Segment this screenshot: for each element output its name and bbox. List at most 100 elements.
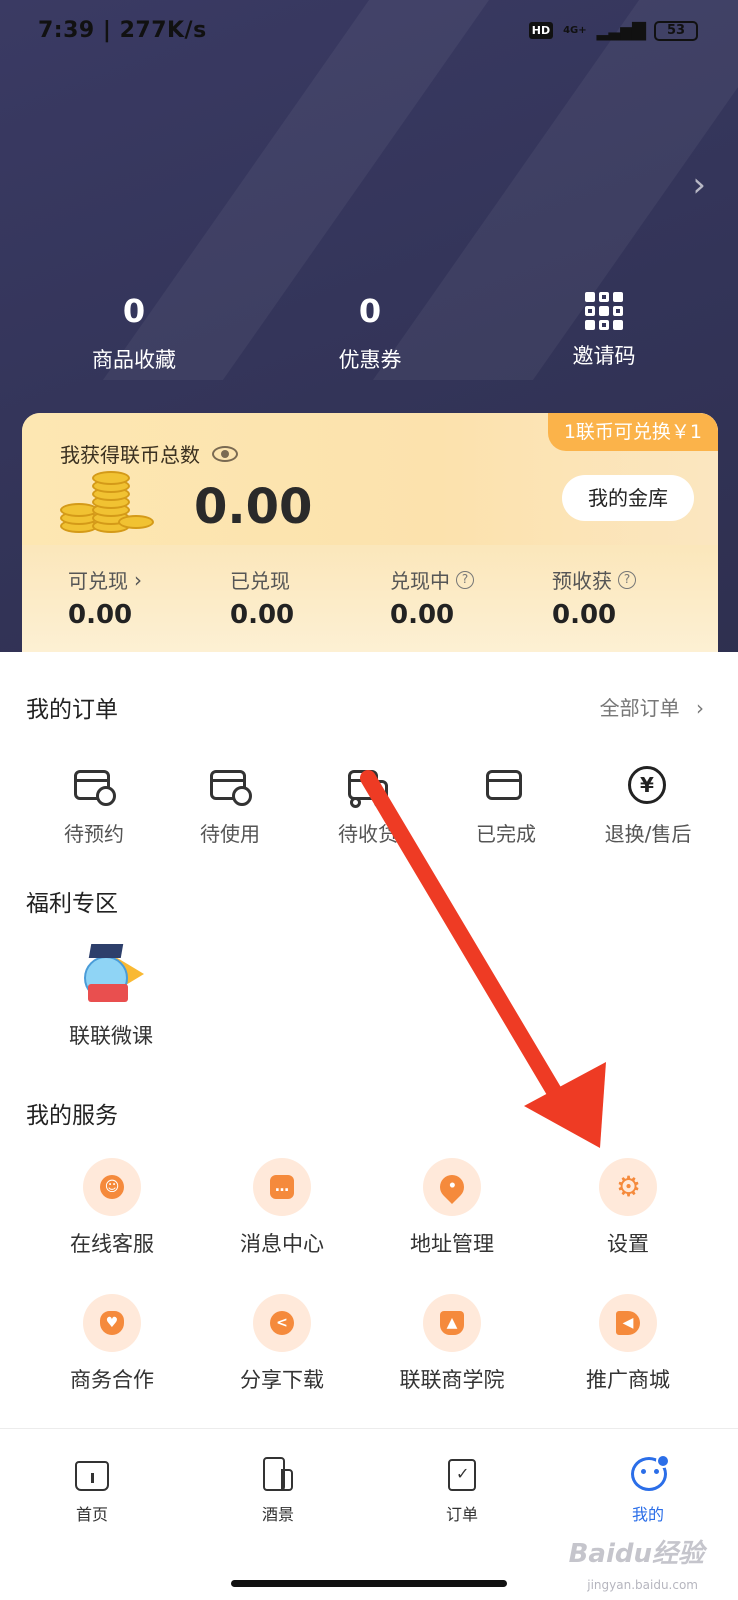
signal-icon: ▂▃▅▇ <box>596 20 646 41</box>
order-pending-appointment[interactable]: 待预约 <box>44 766 144 847</box>
hotel-scenic-icon <box>259 1455 297 1493</box>
tab-hotel-scenic[interactable]: 酒景 <box>228 1455 328 1525</box>
coins-title: 我获得联币总数 <box>60 443 200 467</box>
my-vault-button[interactable]: 我的金库 <box>562 475 694 521</box>
graduation-cap-icon: ▲ <box>423 1294 481 1352</box>
all-orders-label: 全部订单 <box>599 696 680 720</box>
order-label: 退换/售后 <box>604 822 692 846</box>
megaphone-icon: ◀ <box>599 1294 657 1352</box>
order-label: 已完成 <box>476 822 536 846</box>
profile-face-icon <box>629 1454 670 1493</box>
service-message-center[interactable]: … 消息中心 <box>222 1158 342 1258</box>
service-address[interactable]: • 地址管理 <box>392 1158 512 1258</box>
welfare-title: 福利专区 <box>26 891 118 917</box>
chevron-right-icon: › <box>134 567 142 592</box>
home-indicator[interactable] <box>231 1580 507 1587</box>
watermark: Baidu经验 <box>568 1539 704 1569</box>
coin-expected: 预收获? 0.00 <box>552 565 712 630</box>
service-label: 推广商城 <box>586 1368 670 1392</box>
gear-icon: ⚙ <box>599 1158 657 1216</box>
coins-card: 1联币可兑换￥1 我获得联币总数 0.00 我的金库 可兑现 › 0.00 已兑现… <box>22 413 718 663</box>
service-academy[interactable]: ▲ 联联商学院 <box>382 1294 522 1394</box>
service-business[interactable]: ♥ 商务合作 <box>52 1294 172 1394</box>
services-title: 我的服务 <box>26 1103 118 1129</box>
eye-icon[interactable] <box>212 445 238 462</box>
tab-label: 订单 <box>445 1505 478 1524</box>
wallet-hourglass-icon <box>208 766 252 806</box>
tab-orders[interactable]: 订单 <box>412 1455 512 1525</box>
stat-invite-code[interactable]: 邀请码 <box>504 292 704 370</box>
tab-label: 首页 <box>75 1505 108 1524</box>
hd-icon: HD <box>528 22 554 39</box>
stat-label: 商品收藏 <box>92 348 176 372</box>
tab-label: 酒景 <box>261 1505 294 1524</box>
stat-favorites[interactable]: 0 商品收藏 <box>34 292 234 374</box>
stat-value: 0 <box>358 292 382 330</box>
help-icon[interactable]: ? <box>456 570 474 589</box>
battery-icon: 53 <box>654 20 698 41</box>
coin-item-value: 0.00 <box>230 600 295 630</box>
coins-title-row: 我获得联币总数 <box>60 439 238 468</box>
order-label: 待预约 <box>64 822 124 846</box>
micro-course-icon <box>78 942 144 1008</box>
network-type: 4G+ <box>563 25 587 36</box>
watermark-url: jingyan.baidu.com <box>587 1578 698 1592</box>
stats-row: 0 商品收藏 0 优惠券 邀请码 <box>0 292 738 382</box>
wallet-clock-icon <box>72 766 116 806</box>
order-label: 待使用 <box>200 822 260 846</box>
location-pin-icon: • <box>423 1158 481 1216</box>
all-orders-link[interactable]: 全部订单 › <box>600 692 704 721</box>
status-icons: HD 4G+ ▂▃▅▇ 53 <box>528 20 698 41</box>
order-refund[interactable]: ¥ 退换/售后 <box>584 766 712 847</box>
service-label: 联联商学院 <box>399 1368 505 1392</box>
coin-redeeming: 兑现中? 0.00 <box>390 565 550 630</box>
coin-item-value: 0.00 <box>68 600 133 630</box>
bottom-tab-bar: 首页 酒景 订单 我的 <box>0 1428 738 1600</box>
tab-me[interactable]: 我的 <box>598 1454 698 1525</box>
coin-item-value: 0.00 <box>390 600 455 630</box>
service-share[interactable]: < 分享下载 <box>222 1294 342 1394</box>
rate-tag: 1联币可兑换￥1 <box>547 413 718 451</box>
help-icon[interactable]: ? <box>618 570 636 589</box>
customer-service-icon: ☺ <box>83 1158 141 1216</box>
qr-code-icon <box>585 292 623 330</box>
order-pending-use[interactable]: 待使用 <box>180 766 280 847</box>
chevron-right-icon: › <box>696 696 704 720</box>
stat-coupons[interactable]: 0 优惠券 <box>270 292 470 374</box>
service-label: 商务合作 <box>70 1368 154 1392</box>
stat-value: 0 <box>122 292 146 330</box>
service-label: 分享下载 <box>240 1368 324 1392</box>
clipboard-check-icon <box>443 1455 481 1493</box>
service-label: 在线客服 <box>70 1232 154 1256</box>
coin-redeemed: 已兑现 0.00 <box>230 565 390 630</box>
profile-chevron-right-icon[interactable]: › <box>692 165 706 205</box>
service-promo-mall[interactable]: ◀ 推广商城 <box>568 1294 688 1394</box>
home-icon <box>73 1455 111 1493</box>
coin-item-label: 可兑现 <box>68 569 128 593</box>
stat-label: 邀请码 <box>572 344 636 368</box>
status-bar: 7:39 | 277K/s HD 4G+ ▂▃▅▇ 53 <box>0 0 738 64</box>
welfare-label: 联联微课 <box>69 1024 153 1048</box>
tab-home[interactable]: 首页 <box>42 1455 142 1525</box>
order-pending-receipt[interactable]: 待收货 <box>318 766 418 847</box>
coin-item-label: 已兑现 <box>230 569 290 593</box>
welfare-micro-course[interactable]: 联联微课 <box>56 942 166 1050</box>
service-label: 设置 <box>607 1232 649 1256</box>
content-card: 我的订单 全部订单 › 待预约 待使用 待收货 已完成 ¥ 退换/售后 福利专区… <box>0 652 738 1428</box>
coin-stack-icon <box>56 469 156 539</box>
refund-icon: ¥ <box>626 766 670 806</box>
coin-item-label: 兑现中 <box>390 569 450 593</box>
coin-redeemable[interactable]: 可兑现 › 0.00 <box>68 565 228 631</box>
order-label: 待收货 <box>338 822 398 846</box>
service-online-support[interactable]: ☺ 在线客服 <box>52 1158 172 1258</box>
handshake-icon: ♥ <box>83 1294 141 1352</box>
coin-item-value: 0.00 <box>552 600 617 630</box>
stat-label: 优惠券 <box>338 348 402 372</box>
coin-item-label: 预收获 <box>552 569 612 593</box>
service-label: 消息中心 <box>240 1232 324 1256</box>
wallet-check-icon <box>484 766 528 806</box>
coins-total: 0.00 <box>194 479 313 535</box>
order-completed[interactable]: 已完成 <box>456 766 556 847</box>
service-settings[interactable]: ⚙ 设置 <box>568 1158 688 1258</box>
message-icon: … <box>253 1158 311 1216</box>
